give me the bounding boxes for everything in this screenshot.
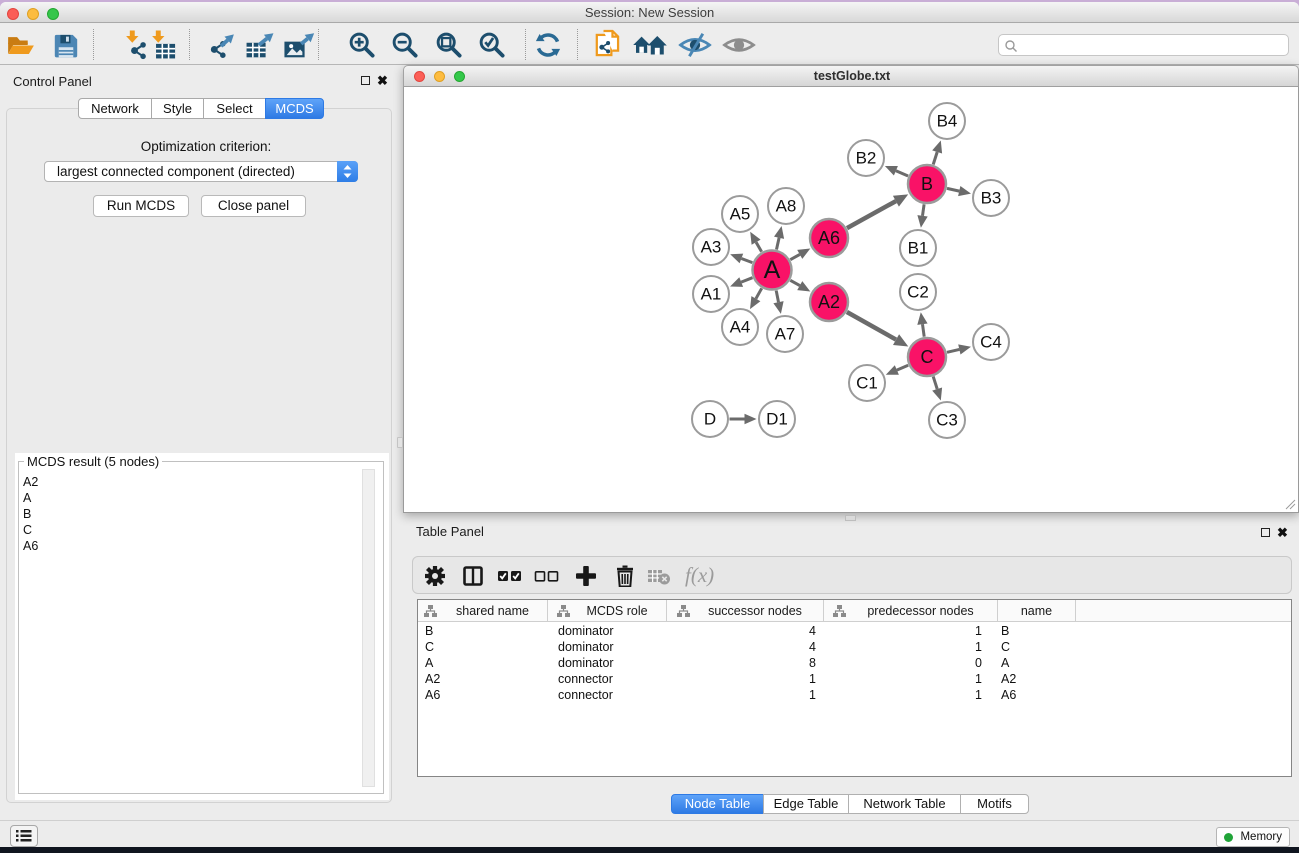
svg-text:C1: C1 bbox=[856, 374, 878, 393]
svg-text:A3: A3 bbox=[701, 238, 722, 257]
svg-text:A8: A8 bbox=[776, 197, 797, 216]
svg-text:A5: A5 bbox=[730, 205, 751, 224]
svg-text:C: C bbox=[921, 347, 934, 367]
svg-text:A4: A4 bbox=[730, 318, 751, 337]
svg-text:A1: A1 bbox=[701, 285, 722, 304]
svg-text:A: A bbox=[764, 256, 781, 284]
svg-text:A2: A2 bbox=[818, 292, 840, 312]
svg-text:B3: B3 bbox=[981, 189, 1002, 208]
svg-text:A7: A7 bbox=[775, 325, 796, 344]
svg-text:B: B bbox=[921, 174, 933, 194]
svg-text:D1: D1 bbox=[766, 410, 788, 429]
svg-text:B4: B4 bbox=[937, 112, 958, 131]
svg-text:B1: B1 bbox=[908, 239, 929, 258]
svg-text:A6: A6 bbox=[818, 228, 840, 248]
svg-text:C4: C4 bbox=[980, 333, 1002, 352]
svg-text:B2: B2 bbox=[856, 149, 877, 168]
svg-text:C3: C3 bbox=[936, 411, 958, 430]
svg-text:C2: C2 bbox=[907, 283, 929, 302]
svg-text:D: D bbox=[704, 410, 716, 429]
